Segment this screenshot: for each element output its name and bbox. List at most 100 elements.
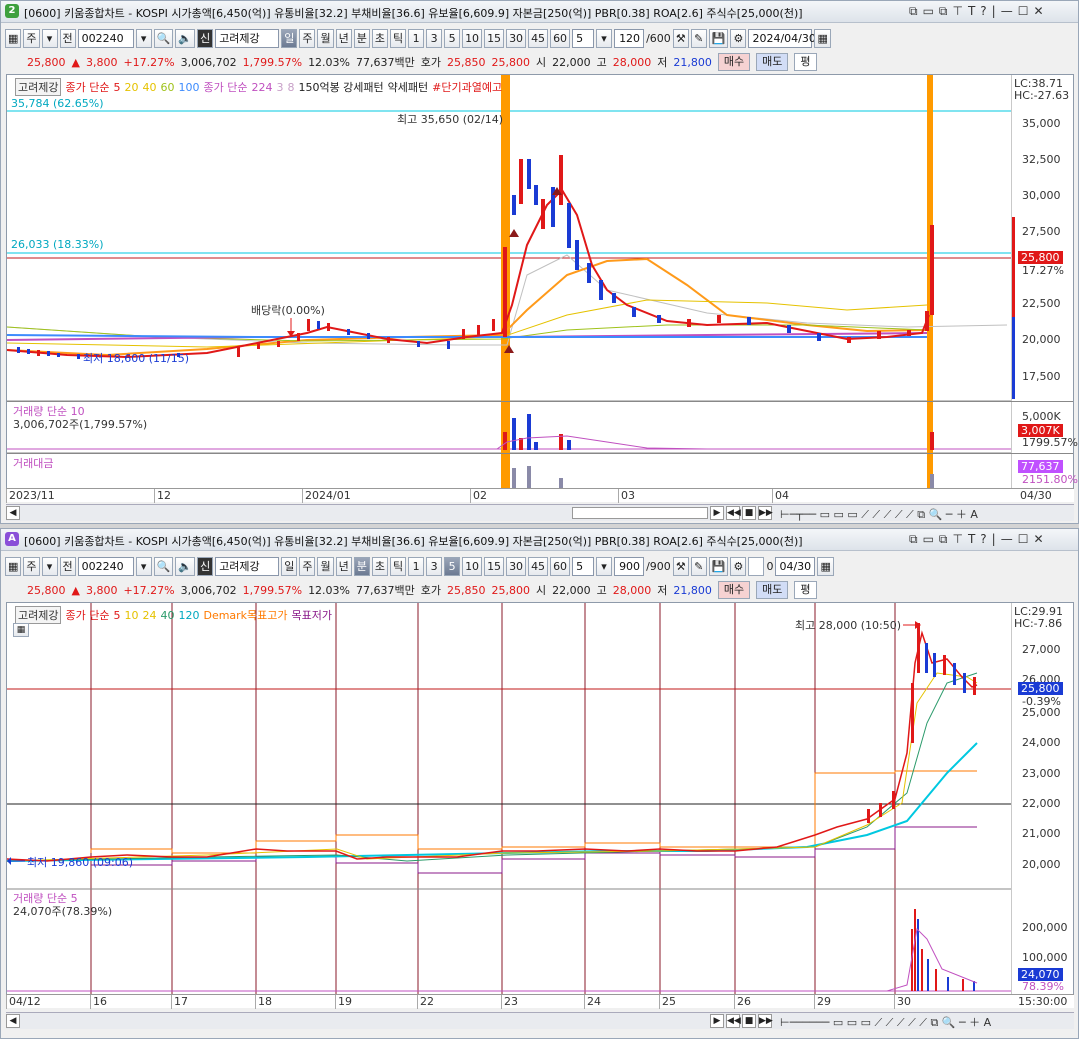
legend-pattern[interactable]: 150억봉 강세패턴	[298, 79, 383, 95]
play-icon[interactable]: ▶▶	[758, 1014, 773, 1028]
chart-tools[interactable]: ⊢─┬── ▭ ▭ ▭ ⟋ ⟋ ⟋ ⟋ ⟋ ⧉ 🔍 ─ ＋ A	[780, 506, 978, 522]
legend-adjust[interactable]: 고려제강	[15, 78, 62, 96]
interval-10[interactable]: 10	[462, 556, 483, 576]
minimize-icon[interactable]: —	[1001, 4, 1013, 19]
window-icon[interactable]: ▭	[923, 532, 934, 547]
period-minute[interactable]: 분	[353, 28, 370, 48]
interval-60[interactable]: 60	[550, 556, 571, 576]
sell-button[interactable]: 매도	[756, 581, 789, 599]
save-icon[interactable]: 💾	[708, 556, 729, 576]
legend-demark-high[interactable]: Demark목표고가	[203, 607, 287, 623]
maximize-icon[interactable]: ☐	[1018, 532, 1029, 547]
interval-60[interactable]: 60	[550, 28, 571, 48]
popout-icon[interactable]: ⧉	[939, 532, 948, 547]
period-second[interactable]: 초	[371, 556, 388, 576]
interval-45[interactable]: 45	[528, 28, 549, 48]
popout-icon[interactable]: ⧉	[939, 4, 948, 19]
minute-y-axis[interactable]: LC:29.91 HC:-7.86 27,000 26,000 25,800 -…	[1011, 603, 1073, 889]
scroll-thumb[interactable]	[572, 507, 708, 519]
date-input[interactable]: 04/30	[775, 556, 816, 576]
interval-5[interactable]: 5	[444, 556, 461, 576]
stop-icon[interactable]: ■	[742, 506, 756, 520]
buy-button[interactable]: 매수	[717, 581, 751, 599]
scroll-right-icon[interactable]: ▶	[710, 1014, 724, 1028]
indicator-icon[interactable]: ⚒	[672, 556, 689, 576]
scroll-left-icon[interactable]: ◀	[6, 506, 20, 520]
count-input[interactable]: 900	[614, 556, 645, 576]
legend-weak[interactable]: 약세패턴	[388, 79, 428, 95]
chart-tools[interactable]: ⊢────── ▭ ▭ ▭ ⟋ ⟋ ⟋ ⟋ ⟋ ⧉ 🔍 ─ ＋ A	[780, 1014, 991, 1030]
save-icon[interactable]: 💾	[708, 28, 729, 48]
close-icon[interactable]: ✕	[1033, 4, 1043, 19]
stop-icon[interactable]: ■	[742, 1014, 756, 1028]
pin-icon[interactable]: ⊤	[953, 532, 963, 547]
close-icon[interactable]: ✕	[1033, 532, 1043, 547]
interval-45[interactable]: 45	[528, 556, 549, 576]
help-icon[interactable]: ?	[980, 532, 986, 547]
period-tick[interactable]: 틱	[389, 556, 407, 576]
interval-30[interactable]: 30	[506, 28, 527, 48]
legend-ma-label[interactable]: 종가 단순	[65, 607, 109, 623]
draw-icon[interactable]: ✎	[690, 556, 707, 576]
avg-button[interactable]: 평	[794, 53, 817, 71]
search-icon[interactable]: 🔍	[153, 556, 174, 576]
legend-ma2-label[interactable]: 종가 단순	[203, 79, 247, 95]
interval-select[interactable]: 5	[572, 556, 595, 576]
period-month[interactable]: 월	[317, 556, 334, 576]
dropdown-icon[interactable]: ▾	[41, 28, 58, 48]
period-year[interactable]: 년	[335, 556, 352, 576]
stock-code-input[interactable]: 002240	[77, 28, 134, 48]
settings-gear-icon[interactable]: ⚙	[730, 556, 747, 576]
sound-icon[interactable]: 🔈	[175, 28, 196, 48]
maximize-icon[interactable]: ☐	[1018, 4, 1029, 19]
bottom-scrollbar[interactable]: ◀ ▶ ◀◀ ■ ▶▶ ⊢────── ▭ ▭ ▭ ⟋ ⟋ ⟋ ⟋ ⟋ ⧉ 🔍 …	[6, 1012, 1074, 1029]
legend-warn[interactable]: #단기과열예고	[432, 79, 502, 95]
settings-gear-icon[interactable]: ⚙	[730, 28, 747, 48]
interval-10[interactable]: 10	[462, 28, 483, 48]
rewind-icon[interactable]: ◀◀	[726, 506, 741, 520]
interval-1[interactable]: 1	[408, 556, 425, 576]
period-day[interactable]: 일	[281, 28, 298, 48]
interval-dropdown-icon[interactable]: ▾	[596, 28, 613, 48]
interval-1[interactable]: 1	[408, 28, 425, 48]
interval-15[interactable]: 15	[484, 28, 505, 48]
mode-select[interactable]: 주	[23, 28, 40, 48]
mode2-button[interactable]: 전	[59, 556, 76, 576]
period-tick[interactable]: 틱	[389, 28, 407, 48]
minute-volume-panel[interactable]: 거래량 단순 5 24,070주(78.39%) 200,000 100,000…	[7, 889, 1073, 994]
indicator-icon[interactable]: ⚒	[672, 28, 689, 48]
draw-icon[interactable]: ✎	[690, 28, 707, 48]
stock-code-input[interactable]: 002240	[77, 556, 134, 576]
text-icon[interactable]: T	[968, 532, 975, 547]
grid-icon[interactable]: ▦	[5, 28, 22, 48]
scroll-left-icon[interactable]: ◀	[6, 1014, 20, 1028]
period-week[interactable]: 주	[299, 556, 316, 576]
dropdown-icon[interactable]: ▾	[41, 556, 58, 576]
period-day[interactable]: 일	[281, 556, 298, 576]
search-icon[interactable]: 🔍	[153, 28, 174, 48]
scroll-right-icon[interactable]: ▶	[710, 506, 724, 520]
help-icon[interactable]: ?	[980, 4, 986, 19]
period-second[interactable]: 초	[371, 28, 388, 48]
sound-icon[interactable]: 🔈	[175, 556, 196, 576]
link-icon[interactable]: ⧉	[909, 4, 918, 19]
code-dropdown-icon[interactable]: ▾	[135, 556, 152, 576]
interval-30[interactable]: 30	[506, 556, 527, 576]
legend-ma-label[interactable]: 종가 단순	[65, 79, 109, 95]
interval-select[interactable]: 5	[572, 28, 595, 48]
table-icon[interactable]: ▦	[13, 623, 29, 637]
interval-dropdown-icon[interactable]: ▾	[596, 556, 613, 576]
minute-chart-panel[interactable]: 고려제강 종가 단순 5 10 24 40 120 Demark목표고가 목표저…	[6, 602, 1074, 995]
date-input[interactable]: 2024/04/30	[748, 28, 816, 48]
text-icon[interactable]: T	[968, 4, 975, 19]
minimize-icon[interactable]: —	[1001, 532, 1013, 547]
volume-panel[interactable]: 거래량 단순 10 3,006,702주(1,799.57%) 5,000K 3…	[7, 401, 1078, 454]
mode2-button[interactable]: 전	[59, 28, 76, 48]
grid-icon[interactable]: ▦	[5, 556, 22, 576]
mode-select[interactable]: 주	[23, 556, 40, 576]
top-scrollbar[interactable]: ◀ ▶ ◀◀ ■ ▶▶ ⊢─┬── ▭ ▭ ▭ ⟋ ⟋ ⟋ ⟋ ⟋ ⧉ 🔍 ─ …	[6, 504, 1074, 521]
window-icon[interactable]: ▭	[923, 4, 934, 19]
interval-15[interactable]: 15	[484, 556, 505, 576]
amount-panel[interactable]: 거래대금 77,637 2151.80%	[7, 453, 1078, 488]
interval-3[interactable]: 3	[426, 28, 443, 48]
